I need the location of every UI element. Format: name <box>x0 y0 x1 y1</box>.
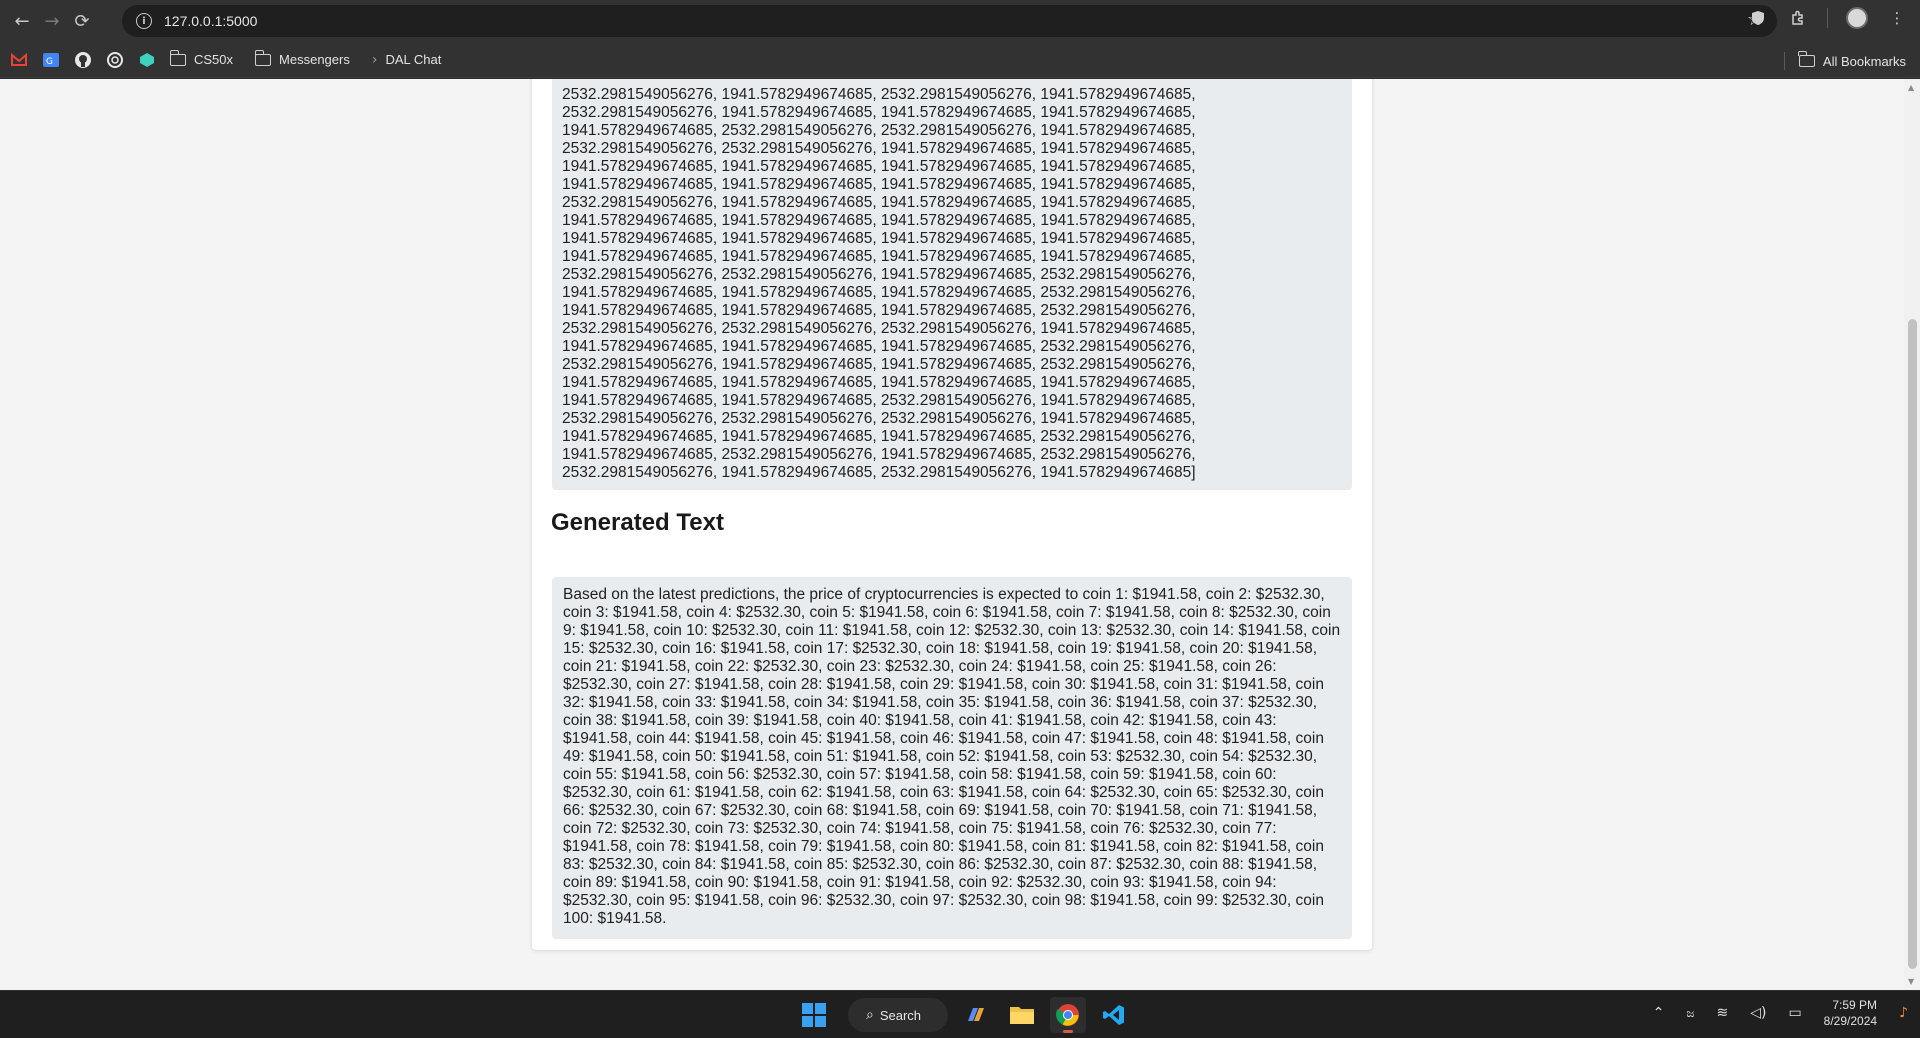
generated-text-box: Based on the latest predictions, the pri… <box>552 577 1352 939</box>
search-icon: ⌕ <box>866 1007 874 1023</box>
address-bar[interactable]: i 127.0.0.1:5000 ☆ <box>122 5 1777 37</box>
prediction-line: 1941.5782949674685, 1941.5782949674685, … <box>562 392 1196 409</box>
prediction-line: 2532.2981549056276, 1941.5782949674685, … <box>562 356 1196 373</box>
chevron-right-icon: › <box>371 51 378 68</box>
folder-icon <box>1798 51 1815 67</box>
file-explorer-icon[interactable] <box>1004 997 1040 1033</box>
prediction-line: 2532.2981549056276, 2532.2981549056276, … <box>562 320 1196 337</box>
scroll-up-arrow-icon[interactable]: ▲ <box>1908 83 1914 92</box>
prediction-line: 1941.5782949674685, 1941.5782949674685, … <box>562 212 1196 229</box>
prediction-line: 1941.5782949674685, 1941.5782949674685, … <box>562 284 1196 301</box>
forward-arrow-icon: → <box>44 10 60 32</box>
prediction-line: 1941.5782949674685, 1941.5782949674685, … <box>562 230 1196 247</box>
volume-icon[interactable]: ◁) <box>1750 1005 1766 1021</box>
active-app-indicator <box>1063 1030 1073 1033</box>
windows-taskbar: ⌕ Search ⌃ ಜ ≋ ◁) ▭ 7:59 PM 8/29/2024 ♪ <box>0 990 1920 1038</box>
profile-avatar[interactable] <box>1846 7 1868 29</box>
predictions-box: 2532.2981549056276, 1941.5782949674685, … <box>552 79 1352 490</box>
wifi-icon[interactable]: ≋ <box>1716 1005 1728 1021</box>
bookmark-label: CS50x <box>194 52 234 67</box>
generated-text-heading: Generated Text <box>551 509 724 536</box>
prediction-line: 1941.5782949674685, 1941.5782949674685, … <box>562 338 1196 355</box>
bookmark-dal-chat[interactable]: › DAL Chat <box>372 52 442 68</box>
vscode-icon[interactable] <box>1096 997 1132 1033</box>
prediction-line: 1941.5782949674685, 1941.5782949674685, … <box>562 374 1196 391</box>
clock-date: 8/29/2024 <box>1823 1014 1878 1028</box>
chevron-up-icon[interactable]: ⌃ <box>1653 1005 1665 1021</box>
clock[interactable]: 7:59 PM 8/29/2024 <box>1824 997 1877 1029</box>
prediction-line: 1941.5782949674685, 2532.2981549056276, … <box>562 446 1196 463</box>
google-translate-icon[interactable]: G <box>42 51 60 69</box>
prediction-line: 2532.2981549056276, 1941.5782949674685, … <box>562 86 1196 103</box>
content-card: 2532.2981549056276, 1941.5782949674685, … <box>532 79 1372 950</box>
battery-icon[interactable]: ▭ <box>1788 1005 1801 1021</box>
reload-icon: ⟳ <box>74 10 90 32</box>
generated-text-body: Based on the latest predictions, the pri… <box>563 586 1341 927</box>
prediction-line: 1941.5782949674685, 1941.5782949674685, … <box>562 176 1196 193</box>
notification-bell-icon[interactable]: ♪ <box>1899 1005 1908 1021</box>
copilot-icon[interactable] <box>958 997 994 1033</box>
prediction-line: 2532.2981549056276, 1941.5782949674685, … <box>562 194 1196 211</box>
scroll-down-arrow-icon[interactable]: ▼ <box>1908 977 1914 986</box>
bookmark-folder-messengers[interactable]: Messengers <box>254 49 350 67</box>
language-icon[interactable]: ಜ <box>1686 1006 1694 1021</box>
toolbar-divider <box>1827 8 1828 28</box>
prediction-line: 2532.2981549056276, 2532.2981549056276, … <box>562 410 1196 427</box>
prediction-line: 1941.5782949674685, 2532.2981549056276, … <box>562 122 1196 139</box>
svg-text:G: G <box>46 57 53 67</box>
prediction-line: 2532.2981549056276, 2532.2981549056276, … <box>562 266 1196 283</box>
page-viewport: 2532.2981549056276, 1941.5782949674685, … <box>0 79 1920 990</box>
github-icon[interactable] <box>74 51 92 69</box>
page-scrollbar[interactable]: ▲ ▼ <box>1904 79 1920 990</box>
bookmarks-bar: G CS50x Messengers › DAL Chat All Bookma… <box>0 42 1920 78</box>
prediction-line: 2532.2981549056276, 1941.5782949674685, … <box>562 104 1196 121</box>
predictions-text: 2532.2981549056276, 1941.5782949674685, … <box>562 86 1252 482</box>
forward-button[interactable]: → <box>38 7 66 35</box>
all-bookmarks-button[interactable]: All Bookmarks <box>1783 51 1906 70</box>
url-text[interactable]: 127.0.0.1:5000 <box>164 13 257 29</box>
shield-extension-icon[interactable] <box>1747 7 1769 29</box>
site-info-icon[interactable]: i <box>136 13 152 29</box>
bookmark-folder-cs50x[interactable]: CS50x <box>169 49 234 67</box>
system-tray: ⌃ ಜ ≋ ◁) ▭ 7:59 PM 8/29/2024 ♪ <box>1653 997 1908 1029</box>
openai-icon[interactable] <box>106 51 124 69</box>
all-bookmarks-label: All Bookmarks <box>1822 53 1906 69</box>
prediction-line: 1941.5782949674685, 1941.5782949674685, … <box>562 158 1196 175</box>
chrome-icon[interactable] <box>1050 997 1086 1033</box>
scrollbar-thumb[interactable] <box>1908 319 1917 969</box>
taskbar-search[interactable]: ⌕ Search <box>848 998 948 1032</box>
extensions-puzzle-icon[interactable] <box>1787 7 1809 29</box>
back-arrow-icon: ← <box>14 10 30 32</box>
clock-time: 7:59 PM <box>1832 998 1878 1012</box>
menu-kebab-icon[interactable]: ⋮ <box>1886 7 1908 29</box>
gmail-icon[interactable] <box>10 51 28 69</box>
search-label: Search <box>879 1007 922 1023</box>
bookmark-label: DAL Chat <box>385 52 442 67</box>
prediction-line: 1941.5782949674685, 1941.5782949674685, … <box>562 428 1196 445</box>
folder-icon <box>169 49 186 66</box>
browser-toolbar: ← → ⟳ i 127.0.0.1:5000 ☆ ⋮ <box>0 0 1920 42</box>
prediction-line: 1941.5782949674685, 1941.5782949674685, … <box>562 248 1196 265</box>
windows-start-icon[interactable] <box>802 1003 826 1027</box>
folder-icon <box>254 49 272 66</box>
reload-button[interactable]: ⟳ <box>68 7 96 35</box>
back-button[interactable]: ← <box>8 7 36 35</box>
prediction-line: 2532.2981549056276, 1941.5782949674685, … <box>562 464 1196 481</box>
bookmarks-divider <box>1783 52 1785 70</box>
prediction-line: 1941.5782949674685, 1941.5782949674685, … <box>562 302 1196 319</box>
codepen-icon[interactable] <box>138 51 156 69</box>
prediction-line: 2532.2981549056276, 2532.2981549056276, … <box>562 140 1196 157</box>
bookmark-label: Messengers <box>279 52 350 67</box>
